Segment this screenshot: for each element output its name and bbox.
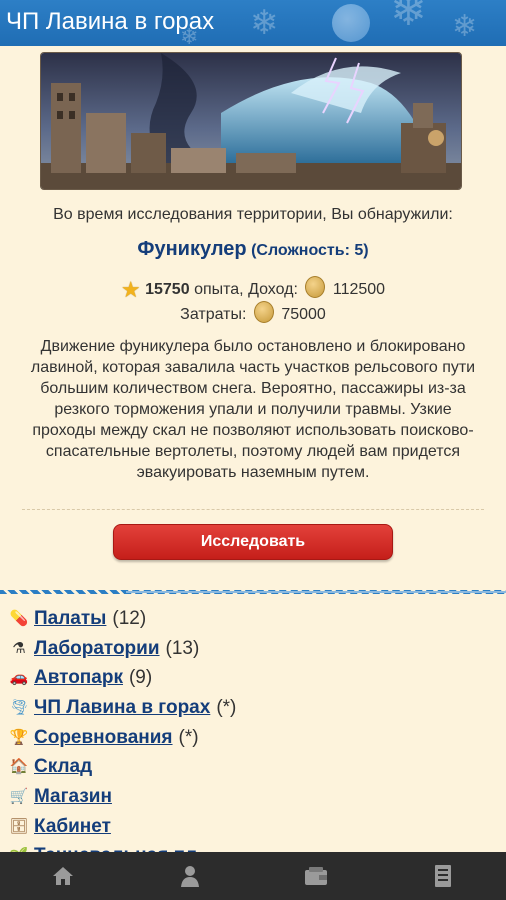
home-icon[interactable] (43, 856, 83, 896)
event-name: Фуникулер (137, 238, 247, 260)
cost-label: Затраты: (180, 306, 247, 323)
cabinet-icon: 🗄 (9, 817, 29, 835)
menu-item-office[interactable]: 🗄 Кабинет (8, 812, 498, 842)
menu-item-label[interactable]: Автопарк (34, 667, 123, 689)
menu-item-wards[interactable]: 💊 Палаты (12) (8, 604, 498, 634)
explore-button[interactable]: Исследовать (113, 524, 393, 560)
flask-icon: ⚗ (12, 639, 26, 657)
menu-item-label[interactable]: Палаты (34, 608, 106, 630)
menu-item-label[interactable]: ЧП Лавина в горах (34, 697, 210, 719)
app-header: ❄ ❄ ❄ ❄ ЧП Лавина в горах (0, 0, 506, 46)
bottom-navigation (0, 852, 506, 900)
cost-value: 75000 (281, 306, 326, 323)
menu-item-count: (12) (112, 607, 147, 629)
snowflake-decoration: ❄ (452, 10, 478, 43)
event-description: Движение фуникулера было остановлено и б… (30, 338, 476, 481)
cost-line: Затраты: 75000 (0, 301, 506, 326)
event-intro-text: Во время исследования территории, Вы обн… (53, 206, 453, 223)
menu-item-shop[interactable]: 🛒 Магазин (8, 782, 498, 812)
event-title: Фуникулер (Сложность: 5) (0, 238, 506, 261)
house-icon: 🏠 (9, 758, 29, 776)
menu-item-laboratories[interactable]: ⚗ Лаборатории (13) (8, 634, 498, 664)
menu-item-label[interactable]: Соревнования (34, 727, 173, 749)
menu-item-label[interactable]: Лаборатории (34, 638, 160, 660)
section-divider-line (126, 591, 506, 593)
coin-icon (253, 301, 274, 323)
experience-value: 15750 (145, 281, 190, 298)
menu-item-warehouse[interactable]: 🏠 Склад (8, 752, 498, 782)
moon-decoration (332, 4, 370, 42)
reward-line: ★ 15750 опыта, Доход: 112500 (0, 276, 506, 301)
pill-icon: 💊 (9, 609, 29, 627)
menu-item-count: (*) (216, 696, 237, 718)
trophy-icon: 🏆 (9, 728, 29, 746)
snowflake-decoration: ❄ (390, 0, 427, 35)
main-menu: 💊 Палаты (12) ⚗ Лаборатории (13) 🚗 Автоп… (8, 604, 498, 871)
event-banner-image (40, 52, 462, 190)
menu-item-label[interactable]: Магазин (34, 786, 112, 808)
event-difficulty: (Сложность: 5) (251, 242, 369, 259)
event-rewards: ★ 15750 опыта, Доход: 112500 Затраты: 75… (0, 276, 506, 326)
document-icon[interactable] (423, 856, 463, 896)
wallet-icon[interactable] (296, 856, 336, 896)
car-icon: 🚗 (9, 669, 29, 687)
income-value: 112500 (332, 281, 386, 298)
snowflake-decoration: ❄ (250, 4, 279, 42)
experience-label: опыта, Доход: (194, 281, 298, 298)
menu-item-label[interactable]: Кабинет (34, 816, 111, 838)
menu-item-event[interactable]: 🌪 ЧП Лавина в горах (*) (8, 693, 498, 723)
coin-icon (305, 276, 326, 298)
menu-item-competitions[interactable]: 🏆 Соревнования (*) (8, 723, 498, 753)
page-title: ЧП Лавина в горах (6, 8, 215, 35)
profile-icon[interactable] (170, 856, 210, 896)
menu-item-count: (*) (178, 726, 199, 748)
menu-item-count: (13) (165, 637, 200, 659)
cart-icon: 🛒 (9, 787, 29, 805)
menu-item-label[interactable]: Склад (34, 756, 92, 778)
tornado-icon: 🌪 (9, 698, 29, 716)
star-icon: ★ (120, 277, 141, 302)
divider (22, 509, 484, 510)
menu-item-count: (9) (128, 667, 153, 689)
menu-item-car-park[interactable]: 🚗 Автопарк (9) (8, 663, 498, 693)
